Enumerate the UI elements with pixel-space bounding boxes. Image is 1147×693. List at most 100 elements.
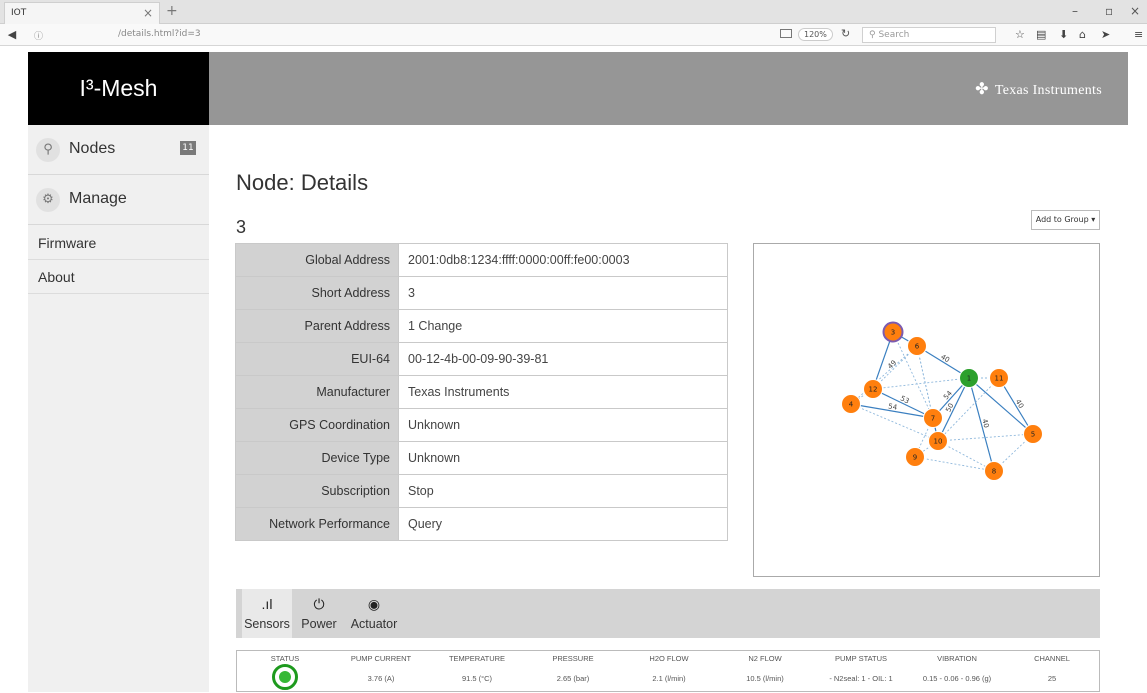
graph-edge — [872, 377, 970, 390]
detail-value: 3 — [398, 276, 728, 310]
sensor-tab-bar: .ıl Sensors ⏻ Power ◉ Actuator — [236, 589, 1100, 638]
sensor-value: 2.1 (l/min) — [652, 674, 686, 683]
detail-key: Device Type — [235, 441, 399, 475]
graph-node-10[interactable]: 10 — [928, 431, 948, 451]
table-row: Device Type Unknown — [235, 441, 728, 475]
browser-tab[interactable]: IOT × — [4, 2, 160, 24]
sidebar-link-about[interactable]: About — [28, 260, 209, 294]
reload-icon[interactable]: ↻ — [841, 27, 850, 40]
company-logo: ✤ Texas Instruments — [975, 79, 1102, 99]
table-row: EUI-64 00-12-4b-00-09-90-39-81 — [235, 342, 728, 376]
sensor-value: 2.65 (bar) — [556, 674, 590, 683]
browser-tab-strip: IOT × + – ▫ × — [0, 0, 1147, 24]
bookmark-star-icon[interactable]: ☆ — [1015, 28, 1025, 41]
detail-key: GPS Coordination — [235, 408, 399, 442]
home-icon[interactable]: ⌂ — [1079, 28, 1086, 41]
window-close-icon[interactable]: × — [1130, 4, 1140, 18]
sidebar-item-nodes[interactable]: ⚲ Nodes 11 — [28, 125, 209, 175]
back-arrow-icon[interactable]: ◀ — [4, 27, 20, 43]
graph-node-11[interactable]: 11 — [989, 368, 1009, 388]
app-brand[interactable]: I³-Mesh — [28, 52, 209, 125]
detail-key: EUI-64 — [235, 342, 399, 376]
tab-label: Power — [301, 617, 337, 631]
top-bar: ✤ Texas Instruments — [209, 52, 1128, 125]
tab-sensors[interactable]: .ıl Sensors — [242, 589, 292, 638]
sensor-header: STATUS — [270, 654, 300, 663]
browser-nav-bar: ◀ ⓘ /details.html?id=3 120% ↻ ⚲ Search ☆… — [0, 24, 1147, 46]
detail-value: Texas Instruments — [398, 375, 728, 409]
table-row: Network Performance Query — [235, 507, 728, 541]
status-ok-icon — [272, 664, 298, 690]
company-name: Texas Instruments — [994, 83, 1102, 98]
new-tab-icon[interactable]: + — [166, 3, 178, 19]
url-field[interactable]: /details.html?id=3 — [118, 29, 201, 39]
graph-node-12[interactable]: 12 — [863, 379, 883, 399]
browser-search-input[interactable]: ⚲ Search — [862, 27, 996, 43]
send-icon[interactable]: ➤ — [1101, 28, 1110, 41]
info-icon[interactable]: ⓘ — [34, 29, 43, 42]
table-row: Global Address 2001:0db8:1234:ffff:0000:0… — [235, 243, 728, 277]
zoom-level[interactable]: 120% — [798, 28, 833, 41]
detail-key: Parent Address — [235, 309, 399, 343]
subscription-value[interactable]: Stop — [398, 474, 728, 508]
graph-edge-label: 49 — [886, 359, 898, 371]
detail-key: Manufacturer — [235, 375, 399, 409]
mesh-network-graph[interactable]: 40 49 54 50 40 40 53 54 1 3 4 5 6 7 8 9 10 11 12 — [753, 243, 1100, 577]
graph-node-label: 10 — [934, 438, 943, 446]
graph-node-8[interactable]: 8 — [984, 461, 1004, 481]
graph-node-3[interactable]: 3 — [882, 321, 904, 343]
tab-label: Sensors — [244, 617, 290, 631]
sensor-value: - N2seal: 1 - OIL: 1 — [829, 674, 893, 683]
graph-node-9[interactable]: 9 — [905, 447, 925, 467]
detail-value: 00-12-4b-00-09-90-39-81 — [398, 342, 728, 376]
sensor-column: H2O FLOW 2.1 (l/min) — [621, 651, 717, 693]
tab-actuator[interactable]: ◉ Actuator — [346, 589, 402, 638]
sensor-value: 3.76 (A) — [367, 674, 395, 683]
menu-icon[interactable]: ≡ — [1134, 28, 1143, 41]
graph-node-label: 1 — [967, 375, 971, 383]
sensor-header: N2 FLOW — [748, 654, 782, 663]
download-icon[interactable]: ⬇ — [1059, 28, 1068, 41]
sensor-column-status: STATUS — [237, 651, 333, 693]
add-to-group-button[interactable]: Add to Group ▾ — [1031, 210, 1100, 230]
mesh-network-svg[interactable]: 404954504040535413456789101112 — [754, 244, 1099, 576]
restore-icon[interactable]: ▫ — [1105, 4, 1113, 18]
reader-view-icon[interactable] — [780, 29, 792, 38]
detail-key: Global Address — [235, 243, 399, 277]
graph-node-label: 6 — [915, 343, 920, 351]
detail-value: Unknown — [398, 408, 728, 442]
tab-title: IOT — [11, 8, 27, 18]
page-title: Node: Details — [236, 170, 369, 195]
sidebar-link-firmware[interactable]: Firmware — [28, 226, 209, 260]
graph-node-label: 3 — [891, 329, 895, 337]
graph-node-5[interactable]: 5 — [1023, 424, 1043, 444]
toggle-icon: ◉ — [367, 596, 381, 612]
graph-edge — [937, 377, 970, 442]
sidebar: ⚲ Nodes 11 ⚙ Manage Firmware About — [28, 125, 209, 692]
minimize-icon[interactable]: – — [1072, 4, 1078, 18]
graph-node-6[interactable]: 6 — [907, 336, 927, 356]
table-row: GPS Coordination Unknown — [235, 408, 728, 442]
graph-edge-label: 54 — [942, 389, 954, 401]
sensor-header: PUMP STATUS — [834, 654, 888, 663]
sensor-header: PUMP CURRENT — [350, 654, 412, 663]
parent-address-value[interactable]: 1 Change — [398, 309, 728, 343]
graph-node-7[interactable]: 7 — [923, 408, 943, 428]
sensor-column: PUMP CURRENT 3.76 (A) — [333, 651, 429, 693]
graph-node-label: 7 — [931, 415, 935, 423]
tab-power[interactable]: ⏻ Power — [294, 589, 344, 638]
sensor-column: PUMP STATUS - N2seal: 1 - OIL: 1 — [813, 651, 909, 693]
graph-node-1[interactable]: 1 — [959, 368, 979, 388]
graph-edge-label: 53 — [899, 394, 911, 405]
library-icon[interactable]: ▤ — [1036, 28, 1046, 41]
graph-node-label: 9 — [913, 454, 917, 462]
sidebar-item-manage[interactable]: ⚙ Manage — [28, 175, 209, 225]
sensor-header: H2O FLOW — [649, 654, 689, 663]
node-id-heading: 3 — [236, 217, 247, 237]
table-row: Parent Address 1 Change — [235, 309, 728, 343]
graph-node-4[interactable]: 4 — [841, 394, 861, 414]
graph-edge — [850, 345, 918, 405]
network-performance-value[interactable]: Query — [398, 507, 728, 541]
sensor-column: N2 FLOW 10.5 (l/min) — [717, 651, 813, 693]
tab-close-icon[interactable]: × — [143, 6, 153, 20]
